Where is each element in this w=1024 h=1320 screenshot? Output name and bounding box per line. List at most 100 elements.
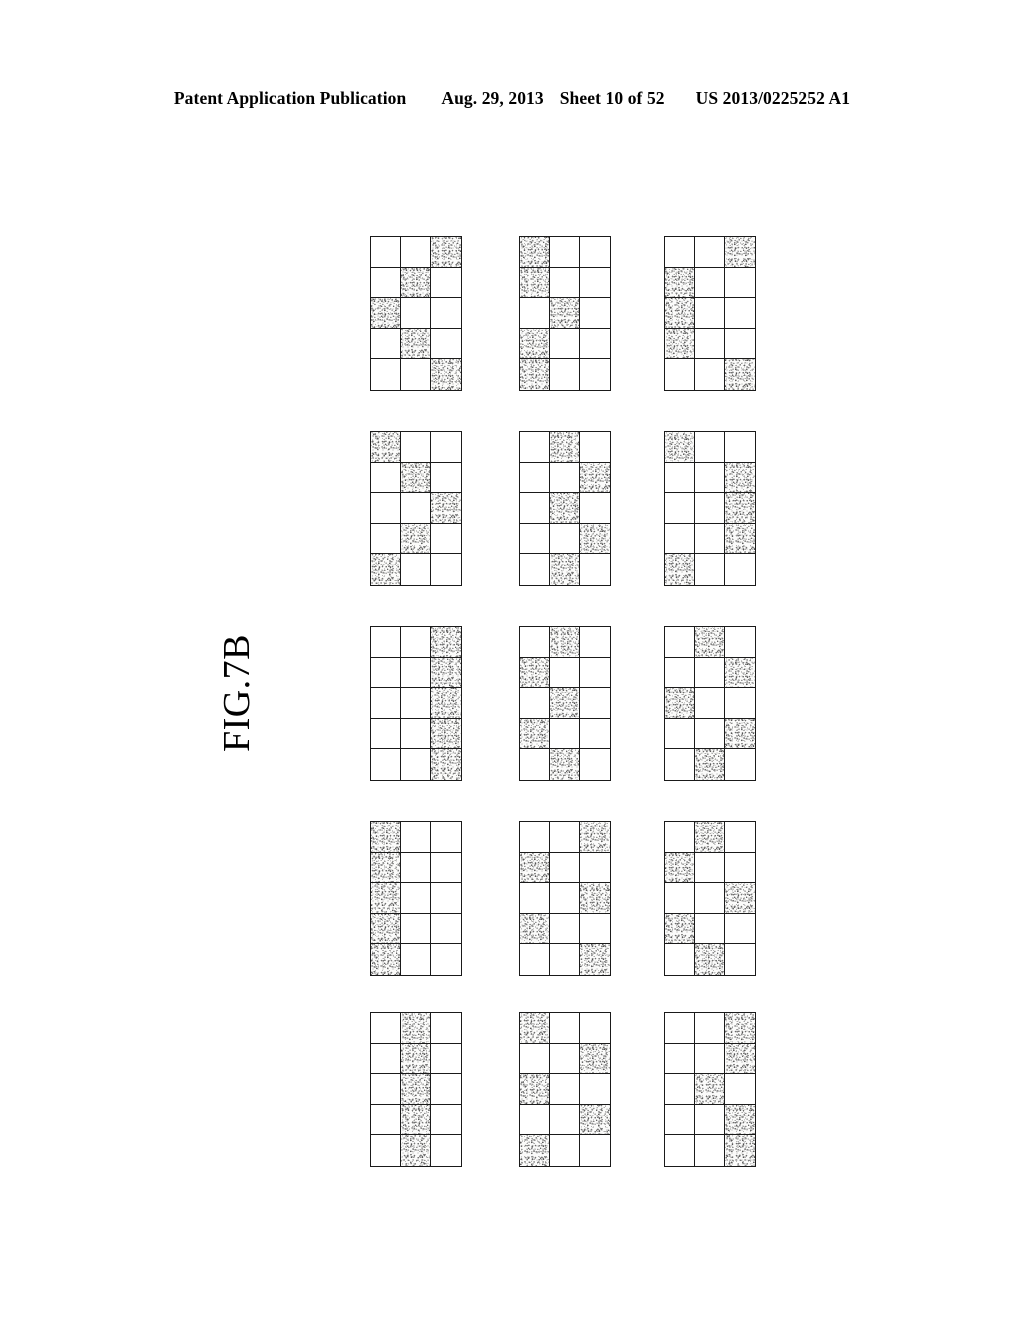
cell-p2-r5c1 [371, 944, 401, 975]
cell-p10-r4c1 [520, 328, 550, 360]
cell-p10-r3c3 [580, 298, 610, 329]
cell-p5-r2c3 [431, 267, 461, 299]
cell-p13-r3c3 [725, 688, 755, 719]
cell-p11-r1c2 [695, 1013, 725, 1044]
cell-p7-r4c2 [550, 913, 580, 945]
cell-p10-r1c2 [550, 237, 580, 268]
cell-p9-r1c1 [520, 432, 550, 463]
cell-p15-r1c3 [725, 237, 755, 268]
cell-p1-r3c3 [431, 1074, 461, 1105]
cell-p5-r1c2 [401, 237, 431, 268]
cell-p11-r2c3 [725, 1043, 755, 1075]
cell-p6-r1c2 [550, 1013, 580, 1044]
cell-p4-r5c1 [371, 554, 401, 585]
cell-p1-r2c2 [401, 1043, 431, 1075]
panel-grid-p4 [370, 431, 462, 586]
cell-p8-r3c2 [550, 688, 580, 719]
cell-p13-r5c1 [665, 749, 695, 780]
cell-p12-r4c2 [695, 913, 725, 945]
cell-p10-r5c2 [550, 359, 580, 390]
cell-p7-r4c3 [580, 913, 610, 945]
cell-p9-r2c2 [550, 462, 580, 494]
cell-p5-r2c2 [401, 267, 431, 299]
cell-p9-r3c1 [520, 493, 550, 524]
cell-p12-r1c1 [665, 822, 695, 853]
cell-p12-r2c1 [665, 852, 695, 884]
cell-p14-r5c2 [695, 554, 725, 585]
panel-grid-p2 [370, 821, 462, 976]
cell-p4-r3c3 [431, 493, 461, 524]
cell-p14-r2c2 [695, 462, 725, 494]
cell-p9-r4c1 [520, 523, 550, 555]
cell-p14-r4c1 [665, 523, 695, 555]
cell-p5-r5c3 [431, 359, 461, 390]
cell-p13-r4c3 [725, 718, 755, 750]
cell-p8-r1c2 [550, 627, 580, 658]
cell-p8-r1c3 [580, 627, 610, 658]
cell-p7-r1c1 [520, 822, 550, 853]
cell-p5-r5c2 [401, 359, 431, 390]
cell-p11-r5c2 [695, 1135, 725, 1166]
cell-p5-r2c1 [371, 267, 401, 299]
cell-p6-r3c3 [580, 1074, 610, 1105]
cell-p3-r2c1 [371, 657, 401, 689]
cell-p1-r5c3 [431, 1135, 461, 1166]
cell-p5-r3c1 [371, 298, 401, 329]
cell-p10-r5c3 [580, 359, 610, 390]
cell-p3-r4c1 [371, 718, 401, 750]
cell-p4-r2c2 [401, 462, 431, 494]
cell-p12-r3c2 [695, 883, 725, 914]
cell-p14-r4c3 [725, 523, 755, 555]
panel-grid-p10 [519, 236, 611, 391]
cell-p12-r2c3 [725, 852, 755, 884]
cell-p6-r4c1 [520, 1104, 550, 1136]
cell-p10-r4c3 [580, 328, 610, 360]
cell-p4-r2c3 [431, 462, 461, 494]
cell-p2-r3c1 [371, 883, 401, 914]
cell-p2-r2c1 [371, 852, 401, 884]
cell-p3-r4c2 [401, 718, 431, 750]
cell-p4-r1c2 [401, 432, 431, 463]
cell-p14-r5c1 [665, 554, 695, 585]
cell-p7-r5c1 [520, 944, 550, 975]
cell-p4-r1c3 [431, 432, 461, 463]
cell-p4-r2c1 [371, 462, 401, 494]
cell-p1-r3c2 [401, 1074, 431, 1105]
cell-p11-r4c1 [665, 1104, 695, 1136]
cell-p3-r3c3 [431, 688, 461, 719]
cell-p14-r2c3 [725, 462, 755, 494]
cell-p11-r5c3 [725, 1135, 755, 1166]
panel-grid-p15 [664, 236, 756, 391]
cell-p8-r5c1 [520, 749, 550, 780]
cell-p8-r2c3 [580, 657, 610, 689]
cell-p12-r3c3 [725, 883, 755, 914]
cell-p1-r1c2 [401, 1013, 431, 1044]
cell-p14-r1c3 [725, 432, 755, 463]
cell-p7-r5c2 [550, 944, 580, 975]
cell-p13-r3c1 [665, 688, 695, 719]
cell-p10-r4c2 [550, 328, 580, 360]
cell-p6-r4c3 [580, 1104, 610, 1136]
cell-p4-r1c1 [371, 432, 401, 463]
cell-p8-r4c2 [550, 718, 580, 750]
cell-p15-r4c1 [665, 328, 695, 360]
cell-p14-r3c2 [695, 493, 725, 524]
cell-p11-r2c1 [665, 1043, 695, 1075]
cell-p12-r1c3 [725, 822, 755, 853]
panel-grid-p11 [664, 1012, 756, 1167]
cell-p3-r5c2 [401, 749, 431, 780]
cell-p11-r1c3 [725, 1013, 755, 1044]
cell-p11-r5c1 [665, 1135, 695, 1166]
cell-p7-r1c2 [550, 822, 580, 853]
cell-p4-r5c3 [431, 554, 461, 585]
cell-p9-r2c1 [520, 462, 550, 494]
cell-p12-r4c1 [665, 913, 695, 945]
cell-p8-r2c1 [520, 657, 550, 689]
cell-p11-r3c3 [725, 1074, 755, 1105]
cell-p6-r5c2 [550, 1135, 580, 1166]
cell-p3-r3c2 [401, 688, 431, 719]
cell-p7-r3c2 [550, 883, 580, 914]
cell-p14-r3c3 [725, 493, 755, 524]
cell-p6-r3c2 [550, 1074, 580, 1105]
cell-p2-r5c3 [431, 944, 461, 975]
